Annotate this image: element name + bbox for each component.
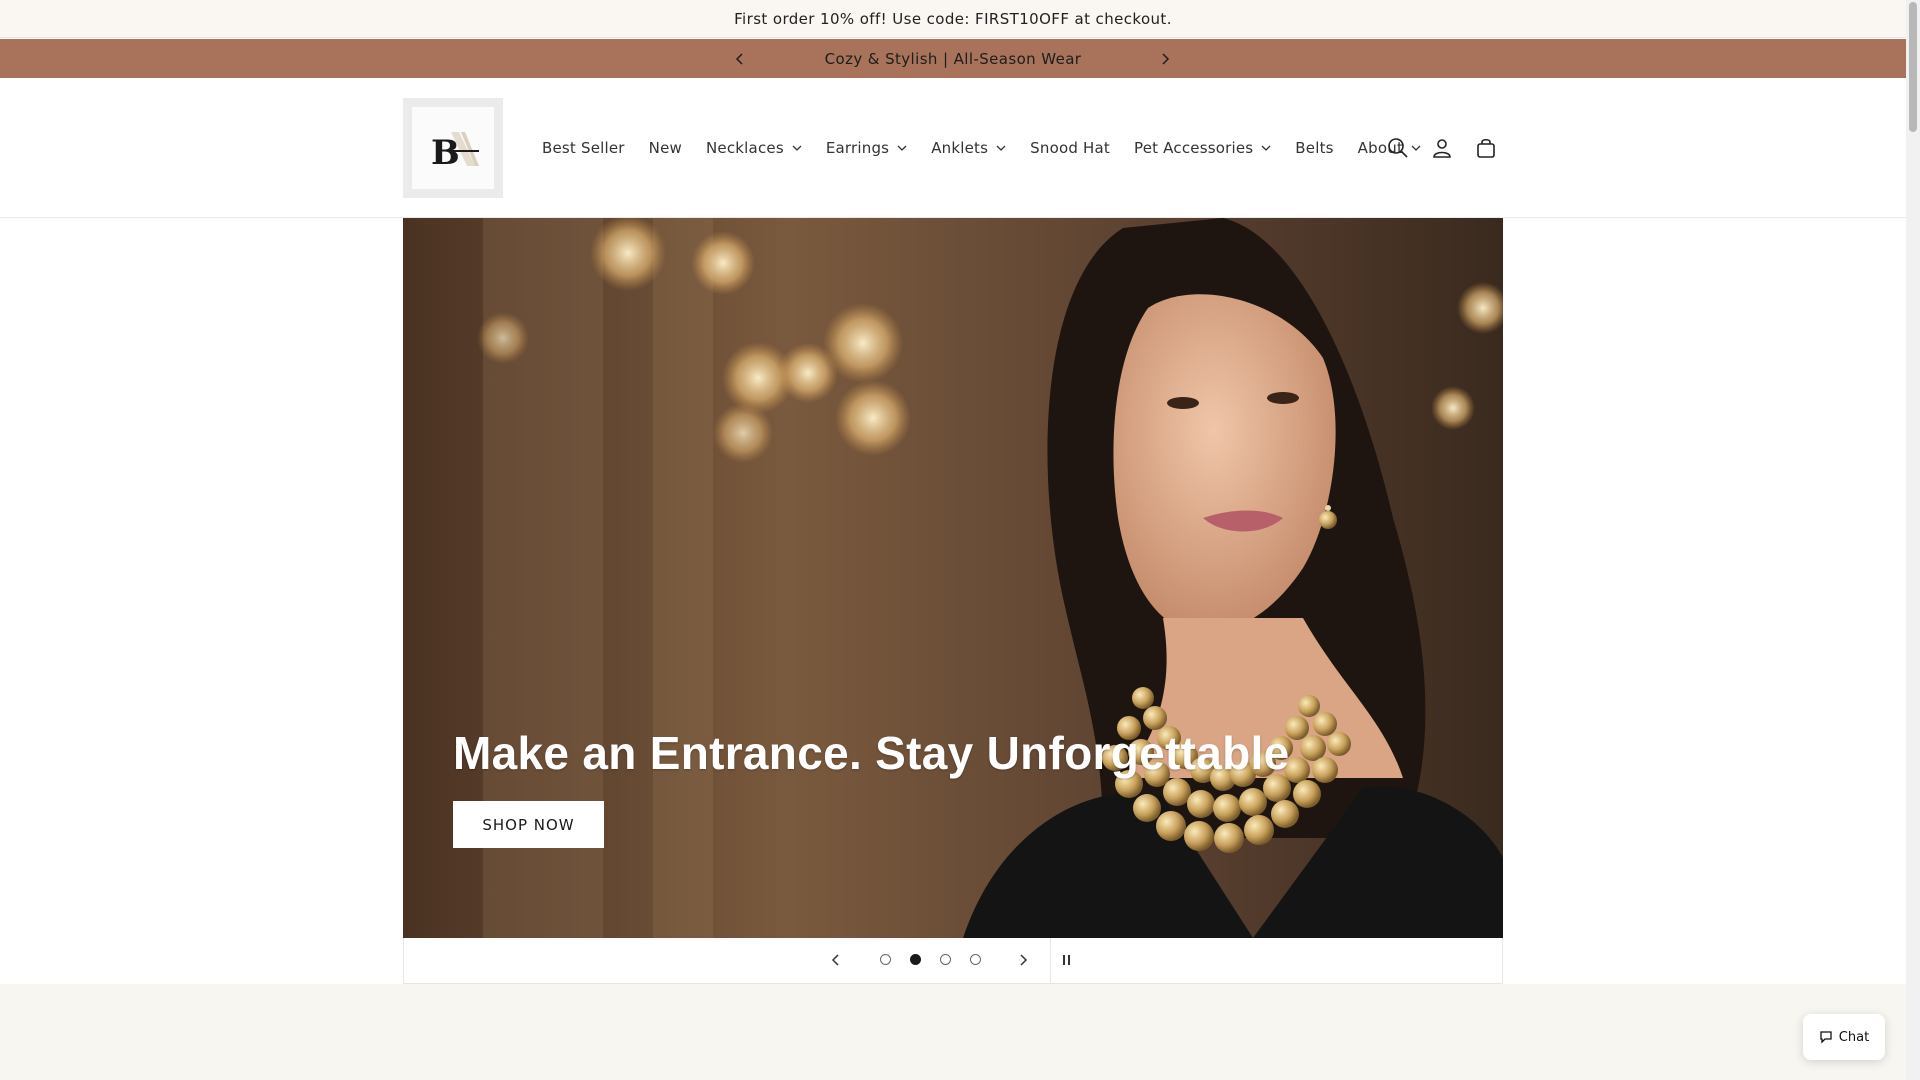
chevron-down-icon [792, 145, 802, 151]
header-icons [1376, 78, 1508, 218]
nav-label: Pet Accessories [1133, 139, 1254, 157]
chevron-left-icon [735, 52, 743, 65]
nav-snood-hat[interactable]: Snood Hat [1018, 128, 1122, 168]
announcement-text: Cozy & Stylish | All-Season Wear [824, 49, 1082, 68]
promo-text: First order 10% off! Use code: FIRST10OF… [734, 9, 1172, 28]
nav-label: Snood Hat [1030, 139, 1110, 157]
cart-button[interactable] [1464, 126, 1508, 170]
slide-pause-button[interactable] [1051, 938, 1081, 982]
announcement-next-button[interactable] [1150, 39, 1180, 78]
nav-anklets[interactable]: Anklets [919, 128, 1018, 168]
slideshow-controls [403, 938, 1503, 984]
scrollbar-thumb[interactable] [1909, 2, 1917, 132]
nav-label: New [648, 139, 682, 157]
chat-bubble-icon [1820, 1031, 1832, 1044]
nav-belts[interactable]: Belts [1283, 128, 1345, 168]
hero-banner: Make an Entrance. Stay Unforgettable SHO… [403, 218, 1503, 938]
nav-pet-accessories[interactable]: Pet Accessories [1122, 128, 1283, 168]
nav-label: Necklaces [706, 139, 784, 157]
announcement-prev-button[interactable] [725, 39, 755, 78]
promo-bar: First order 10% off! Use code: FIRST10OF… [0, 0, 1906, 38]
chevron-down-icon [1261, 145, 1271, 151]
account-icon [1433, 139, 1451, 158]
page-scrollbar[interactable] [1906, 0, 1920, 1080]
nav-earrings[interactable]: Earrings [814, 128, 919, 168]
announcement-bar: Cozy & Stylish | All-Season Wear [0, 39, 1906, 78]
slide-prev-button[interactable] [821, 938, 851, 982]
account-button[interactable] [1420, 126, 1464, 170]
nav-new[interactable]: New [637, 128, 694, 168]
chevron-left-icon [831, 954, 839, 966]
pause-icon [1062, 955, 1070, 965]
chevron-right-icon [1020, 954, 1028, 966]
slide-dot-1[interactable] [880, 954, 891, 965]
nav-label: Belts [1295, 139, 1334, 157]
chevron-down-icon [996, 145, 1006, 151]
logo-image: B [431, 132, 479, 173]
store-logo[interactable]: B [403, 98, 503, 198]
shop-now-button[interactable]: SHOP NOW [453, 801, 604, 848]
search-icon [1388, 138, 1408, 158]
site-header: B Best Seller New Necklaces Earrings Ank… [0, 78, 1906, 218]
logo-mark: B [412, 107, 494, 189]
cart-icon [1477, 138, 1495, 158]
slide-dot-4[interactable] [970, 954, 981, 965]
hero-title: Make an Entrance. Stay Unforgettable [453, 727, 1290, 779]
nav-label: Anklets [931, 139, 989, 157]
chat-label: Chat [1838, 1029, 1870, 1045]
search-button[interactable] [1376, 126, 1420, 170]
next-section [0, 984, 1906, 1080]
slide-next-button[interactable] [1008, 938, 1038, 982]
main-nav: Best Seller New Necklaces Earrings Ankle… [530, 78, 1433, 218]
chat-button[interactable]: Chat [1803, 1014, 1885, 1060]
nav-best-seller[interactable]: Best Seller [530, 128, 637, 168]
nav-label: Best Seller [542, 139, 625, 157]
nav-necklaces[interactable]: Necklaces [694, 128, 814, 168]
nav-label: Earrings [825, 139, 890, 157]
slide-dot-2[interactable] [910, 954, 921, 965]
chevron-down-icon [897, 145, 907, 151]
svg-text:B: B [431, 133, 460, 173]
chevron-right-icon [1162, 52, 1170, 65]
slide-dot-3[interactable] [940, 954, 951, 965]
